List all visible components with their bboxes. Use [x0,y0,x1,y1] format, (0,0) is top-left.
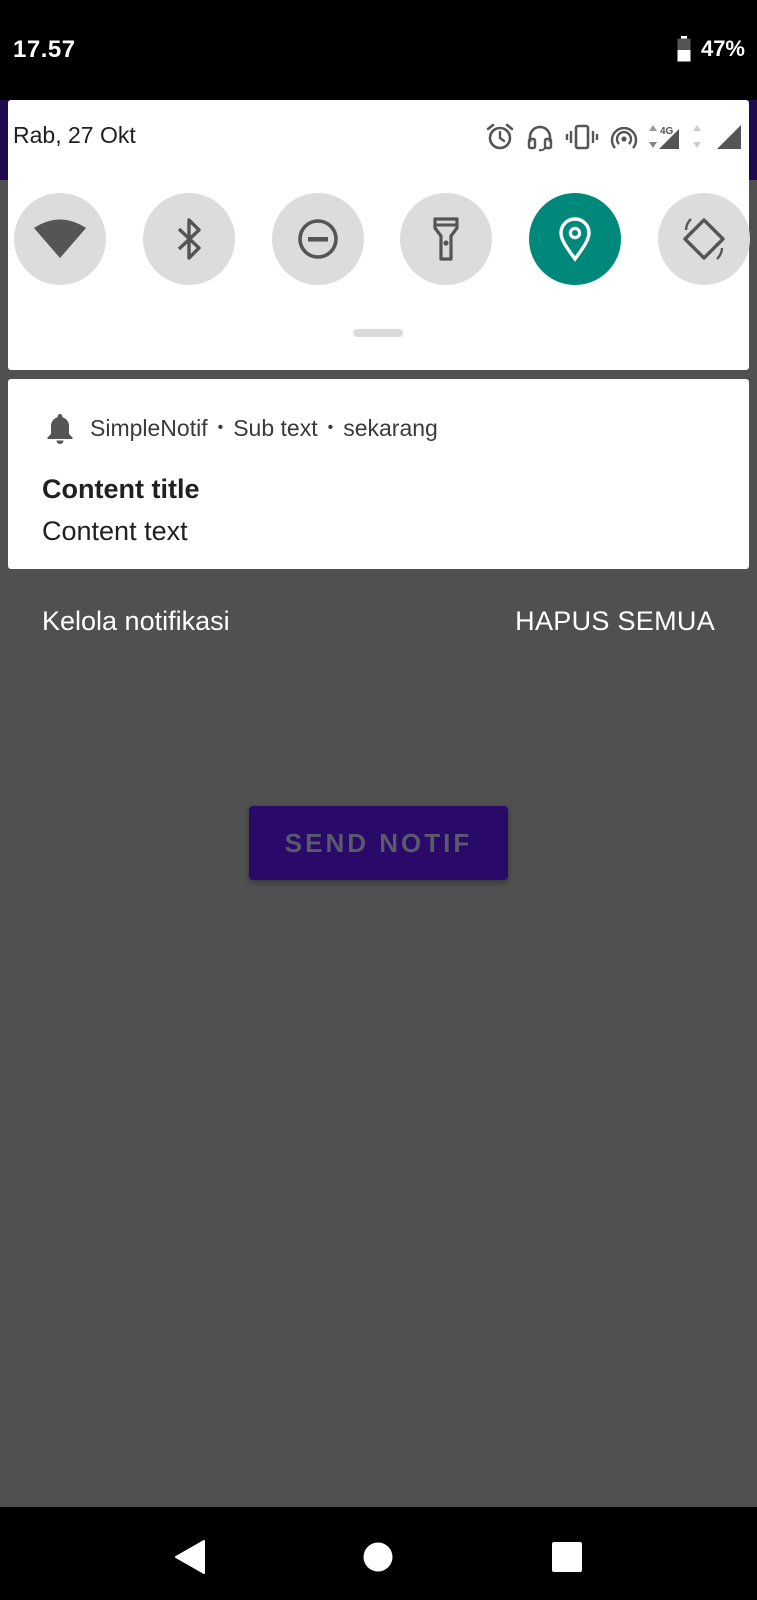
nav-home-button[interactable] [358,1537,398,1577]
location-icon [559,217,591,262]
signal-icon [717,125,741,149]
notification-card[interactable]: SimpleNotif • Sub text • sekarang Conten… [8,379,749,569]
recents-icon [552,1542,582,1572]
tile-auto-rotate[interactable] [657,193,750,285]
qs-drag-handle[interactable] [353,329,403,337]
notification-app-name: SimpleNotif [90,414,208,441]
navigation-bar [0,1507,757,1600]
tile-flashlight[interactable] [400,193,493,285]
manage-notifications-button[interactable]: Kelola notifikasi [42,606,230,637]
quick-settings-panel[interactable]: Rab, 27 Okt 4G [8,100,750,370]
nav-back-button[interactable] [170,1537,210,1577]
notification-sub-text: Sub text [233,414,318,441]
network-type-label: 4G [660,126,674,137]
notification-time: sekarang [343,414,438,441]
qs-date[interactable]: Rab, 27 Okt [13,122,136,149]
notification-header: SimpleNotif • Sub text • sekarang [46,412,438,444]
network-4g-icon: 4G [649,125,701,149]
separator-dot: • [327,419,334,436]
clear-all-button[interactable]: HAPUS SEMUA [515,606,715,637]
notification-text: Content text [42,516,188,546]
home-icon [363,1542,393,1572]
wifi-icon [34,219,86,258]
send-notif-button[interactable]: SEND NOTIF [249,806,508,880]
hotspot-icon [610,126,638,149]
tile-location[interactable] [529,193,622,285]
back-icon [175,1540,205,1574]
bluetooth-icon [177,218,201,260]
do-not-disturb-icon [297,219,338,259]
battery-icon [677,36,691,62]
status-time: 17.57 [13,36,76,63]
nav-recents-button[interactable] [547,1537,587,1577]
qs-status-icons: 4G [485,122,743,152]
tile-do-not-disturb[interactable] [271,193,364,285]
alarm-icon [486,123,514,150]
headset-icon [527,125,553,152]
flashlight-icon [433,217,459,261]
notification-title: Content title [42,474,200,504]
auto-rotate-icon [683,218,725,260]
tile-wifi[interactable] [14,193,106,285]
battery-percent: 47% [700,36,745,61]
tile-bluetooth[interactable] [142,193,235,285]
vibrate-icon [565,124,599,150]
bell-icon [47,414,73,444]
separator-dot: • [217,419,224,436]
status-right: 47% [677,36,745,62]
status-bar: 17.57 47% [0,0,757,100]
qs-tiles [14,193,750,285]
